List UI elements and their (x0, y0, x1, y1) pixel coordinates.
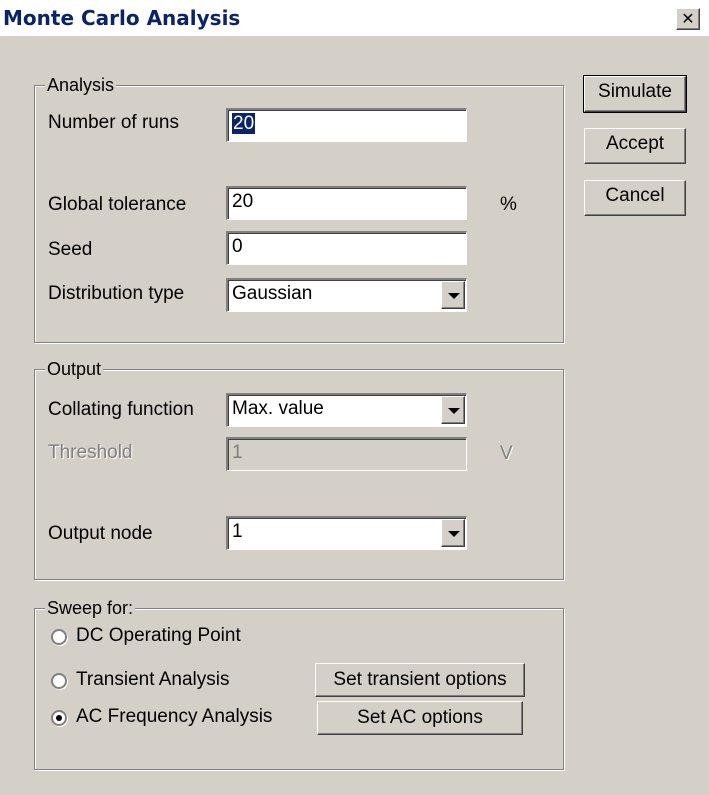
radio-dc-operating-point[interactable] (51, 629, 67, 645)
set-ac-options-button[interactable]: Set AC options (317, 701, 523, 735)
seed-input[interactable]: 0 (226, 231, 467, 265)
collating-dropdown-button[interactable] (441, 396, 465, 424)
close-icon: ✕ (681, 9, 695, 28)
collating-label: Collating function (48, 399, 194, 420)
node-value: 1 (232, 521, 243, 542)
chevron-down-icon (448, 408, 460, 414)
window-title: Monte Carlo Analysis (3, 6, 241, 30)
distribution-select[interactable]: Gaussian (226, 278, 467, 312)
tolerance-label: Global tolerance (48, 194, 187, 215)
tolerance-input[interactable]: 20 (226, 186, 467, 220)
simulate-button[interactable]: Simulate (583, 75, 687, 113)
runs-value: 20 (232, 113, 256, 134)
cancel-button[interactable]: Cancel (584, 180, 686, 216)
collating-select[interactable]: Max. value (226, 393, 467, 427)
radio-ac-frequency-analysis[interactable] (51, 710, 67, 726)
distribution-dropdown-button[interactable] (441, 281, 465, 309)
runs-input[interactable]: 20 (226, 108, 467, 142)
close-button[interactable]: ✕ (676, 8, 700, 30)
radio-transient-label[interactable]: Transient Analysis (76, 669, 229, 691)
node-select[interactable]: 1 (226, 516, 467, 550)
chevron-down-icon (448, 293, 460, 299)
radio-selected-dot (56, 715, 62, 721)
seed-label: Seed (48, 239, 93, 260)
radio-ac-label[interactable]: AC Frequency Analysis (76, 706, 272, 728)
node-label: Output node (48, 523, 153, 544)
threshold-input: 1 (226, 437, 467, 471)
tolerance-unit: % (500, 194, 517, 215)
distribution-label: Distribution type (48, 283, 185, 304)
radio-transient-analysis[interactable] (51, 673, 67, 689)
distribution-value: Gaussian (232, 283, 313, 304)
accept-button[interactable]: Accept (584, 128, 686, 164)
analysis-legend: Analysis (45, 75, 117, 95)
collating-value: Max. value (232, 398, 324, 419)
sweep-legend: Sweep for: (45, 598, 136, 618)
chevron-down-icon (448, 531, 460, 537)
output-legend: Output (45, 359, 104, 379)
set-transient-options-button[interactable]: Set transient options (315, 663, 525, 697)
runs-label: Number of runs (48, 112, 179, 133)
node-dropdown-button[interactable] (441, 519, 465, 547)
threshold-unit: V (500, 443, 513, 464)
threshold-label: Threshold (48, 442, 133, 463)
radio-dc-label[interactable]: DC Operating Point (76, 625, 241, 647)
